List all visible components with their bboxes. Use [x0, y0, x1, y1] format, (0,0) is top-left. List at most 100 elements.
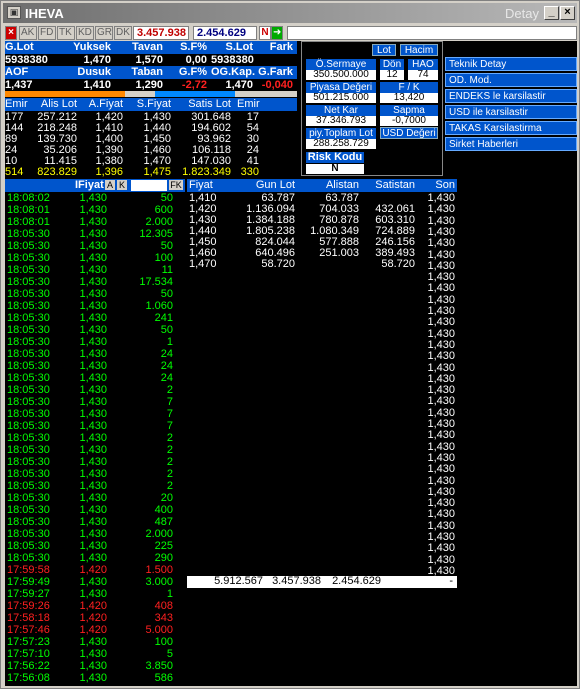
tab-fd[interactable]: FD — [38, 26, 56, 40]
tab-tk[interactable]: TK — [57, 26, 75, 40]
go-arrow-icon[interactable]: ➜ — [271, 26, 283, 40]
trade-time: 18:05:30 — [7, 516, 50, 528]
trade-time: 18:05:30 — [7, 528, 50, 540]
depth-total-cell: 1.823.349 — [182, 166, 231, 178]
trade-lot: 24 — [160, 372, 173, 384]
sidebar-item-1[interactable]: OD. Mod. — [445, 73, 577, 87]
fk-value: 13,420 — [380, 93, 438, 103]
son-cell: 1,430 — [427, 282, 455, 295]
depth-header-2[interactable]: A.Fiyat — [81, 99, 123, 110]
depth-header-3[interactable]: S.Fiyat — [127, 99, 171, 110]
trade-price: 1,430 — [79, 240, 107, 252]
trade-time: 18:05:30 — [7, 456, 50, 468]
summary-r2-cell: -2,72 — [181, 79, 207, 91]
window-icon[interactable]: ▣ — [7, 6, 21, 19]
depth-header-1[interactable]: Alis Lot — [29, 99, 77, 110]
piyasa-value: 501.215.000 — [306, 93, 376, 103]
trade-price: 1,430 — [79, 204, 107, 216]
trade-lot: 1 — [166, 588, 173, 600]
book-total-cell: 2.454.629 — [332, 575, 381, 587]
trade-time: 18:05:30 — [7, 276, 50, 288]
depth-header-4[interactable]: Satis Lot — [175, 99, 231, 110]
trade-lot: 2 — [166, 480, 173, 492]
book-header-4[interactable]: Son — [409, 180, 455, 191]
sidebar-item-0[interactable]: Teknik Detay — [445, 57, 577, 71]
summary-r1-cell: 5938380 — [5, 54, 48, 66]
minimize-button[interactable]: _ — [544, 6, 559, 20]
sapma-value: -0,7000 — [380, 116, 438, 126]
tab-gr[interactable]: GR — [95, 26, 113, 40]
trade-time: 17:56:08 — [7, 672, 50, 684]
sidebar-item-5[interactable]: Sirket Haberleri — [445, 137, 577, 151]
book-total-cell: 5.912.567 — [214, 575, 263, 587]
trade-lot: 7 — [166, 396, 173, 408]
trade-time: 18:05:30 — [7, 552, 50, 564]
lot-button[interactable]: Lot — [372, 44, 396, 56]
summary-r2-cell: 1,410 — [83, 79, 111, 91]
trade-price: 1,430 — [79, 648, 107, 660]
trade-price: 1,420 — [79, 564, 107, 576]
trade-lot: 5 — [166, 648, 173, 660]
trade-price: 1,430 — [79, 444, 107, 456]
tab-kd[interactable]: KD — [76, 26, 94, 40]
sidebar-item-2[interactable]: ENDEKS le karsilastir — [445, 89, 577, 103]
trade-time: 18:05:30 — [7, 324, 50, 336]
filter-input[interactable] — [131, 180, 167, 191]
book-cell: 1,470 — [189, 258, 217, 270]
trade-price: 1,430 — [79, 192, 107, 204]
book-header-0[interactable]: Fiyat — [189, 180, 231, 191]
book-total-cell: - — [449, 575, 453, 587]
book-header-2[interactable]: Alistan — [305, 180, 359, 191]
trade-time: 18:05:30 — [7, 432, 50, 444]
trade-lot: 600 — [154, 204, 173, 216]
usd-degeri-button[interactable]: USD Değeri — [380, 127, 438, 139]
range-fill-right — [155, 91, 235, 97]
trade-price: 1,430 — [79, 288, 107, 300]
don-value: 12 — [380, 70, 404, 80]
window-title: IHEVA — [25, 6, 64, 21]
trade-time: 17:56:22 — [7, 660, 50, 672]
summary-h2-cell: G.Fark — [258, 66, 293, 78]
son-cell: 1,430 — [427, 316, 455, 329]
book-header-1[interactable]: Gun Lot — [243, 180, 295, 191]
k-toggle[interactable]: K — [117, 180, 127, 190]
book-cell: 58.720 — [381, 258, 415, 270]
title-bar[interactable]: ▣ IHEVA Detay _ × — [3, 3, 577, 23]
trade-price: 1,430 — [79, 504, 107, 516]
hao-value: 74 — [408, 70, 438, 80]
summary-h2-cell: Taban — [131, 66, 163, 78]
tab-dk[interactable]: DK — [114, 26, 132, 40]
trade-lot: 400 — [154, 504, 173, 516]
book-header-3[interactable]: Satistan — [363, 180, 415, 191]
close-button[interactable]: × — [560, 6, 575, 20]
summary-r2-cell: 1,470 — [225, 79, 253, 91]
risk-value: N — [306, 164, 364, 174]
a-toggle[interactable]: A — [105, 180, 115, 190]
trade-price: 1,430 — [79, 252, 107, 264]
trade-price: 1,430 — [79, 492, 107, 504]
trade-lot: 20 — [160, 492, 173, 504]
range-fill-left — [5, 91, 125, 97]
sidebar-item-3[interactable]: USD ile karsilastir — [445, 105, 577, 119]
tab-ak[interactable]: AK — [19, 26, 37, 40]
fk-toggle[interactable]: FK — [169, 180, 183, 190]
close-icon[interactable]: × — [5, 26, 17, 40]
son-cell: 1,430 — [427, 553, 455, 566]
trade-time: 18:05:30 — [7, 480, 50, 492]
n-indicator: N — [259, 26, 271, 40]
depth-header-5[interactable]: Emir — [237, 99, 260, 110]
command-input[interactable] — [287, 26, 577, 40]
trade-price: 1,430 — [79, 228, 107, 240]
trade-price: 1,430 — [79, 372, 107, 384]
hacim-button[interactable]: Hacim — [400, 44, 438, 56]
depth-header-0[interactable]: Emir — [5, 99, 28, 110]
trade-time: 17:58:18 — [7, 612, 50, 624]
son-cell: 1,430 — [427, 395, 455, 408]
book-cell: 58.720 — [261, 258, 295, 270]
trade-lot: 24 — [160, 360, 173, 372]
trade-price: 1,430 — [79, 528, 107, 540]
sidebar-item-4[interactable]: TAKAS Karsilastirma — [445, 121, 577, 135]
trade-price-header[interactable]: IFiyat — [75, 179, 104, 191]
trade-time: 18:05:30 — [7, 444, 50, 456]
summary-r1-cell: 5938380 — [211, 54, 254, 66]
